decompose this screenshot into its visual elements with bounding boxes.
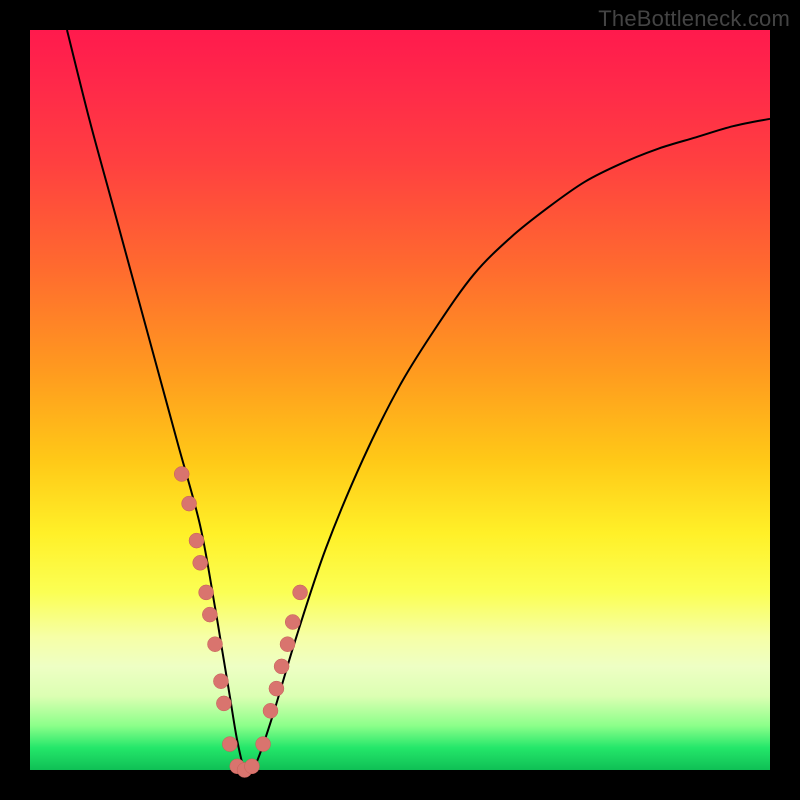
highlight-dot: [199, 585, 214, 600]
highlight-dot: [189, 533, 204, 548]
highlight-dot: [280, 637, 295, 652]
highlight-dot: [174, 467, 189, 482]
highlight-dot: [269, 681, 284, 696]
highlight-dot: [222, 737, 237, 752]
chart-frame: TheBottleneck.com: [0, 0, 800, 800]
plot-area: [30, 30, 770, 770]
highlight-dot: [245, 759, 260, 774]
highlight-dot: [216, 696, 231, 711]
highlight-dot: [202, 607, 217, 622]
highlight-dot: [208, 637, 223, 652]
highlight-dot: [256, 737, 271, 752]
highlight-dot: [274, 659, 289, 674]
highlight-dot: [293, 585, 308, 600]
chart-overlay: [30, 30, 770, 770]
highlight-dot: [182, 496, 197, 511]
highlight-dots-group: [174, 467, 307, 778]
highlight-dot: [213, 674, 228, 689]
highlight-dot: [193, 555, 208, 570]
highlight-dot: [263, 703, 278, 718]
highlight-dot: [285, 615, 300, 630]
watermark-text: TheBottleneck.com: [598, 6, 790, 32]
bottleneck-curve: [67, 30, 770, 773]
